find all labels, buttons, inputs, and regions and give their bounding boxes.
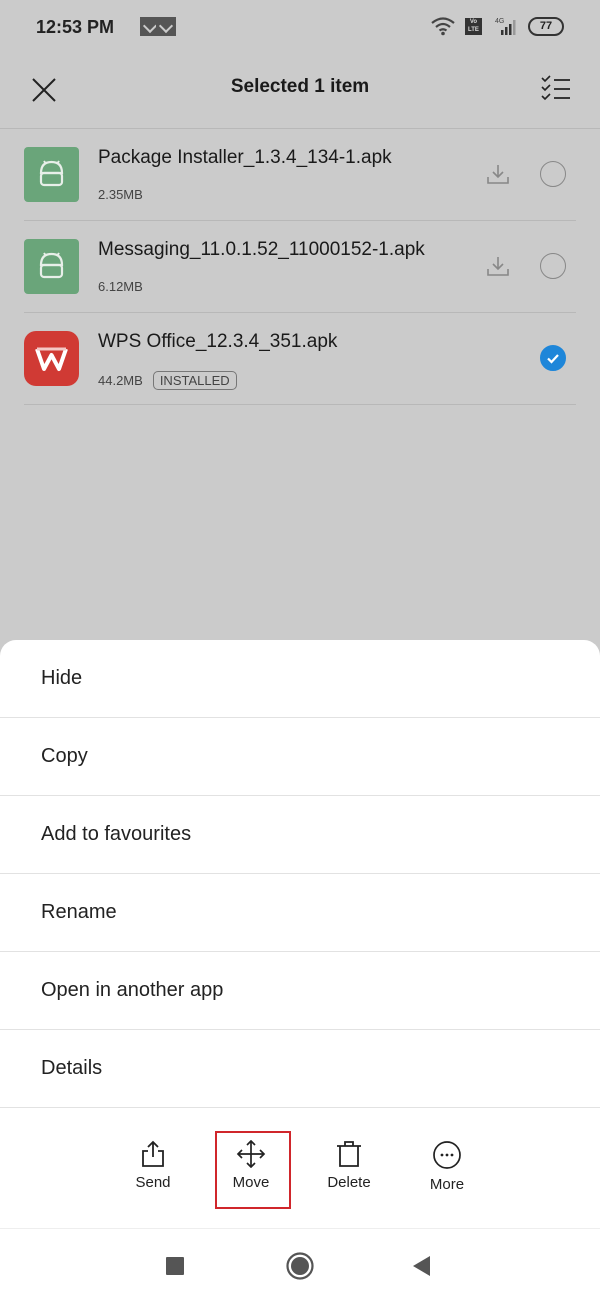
signal-icon: 4G	[495, 18, 516, 35]
trash-icon	[337, 1141, 361, 1167]
file-size: 2.35MB	[98, 187, 143, 202]
file-name: WPS Office_12.3.4_351.apk	[98, 331, 338, 352]
file-list-item[interactable]: Messaging_11.0.1.52_11000152-1.apk 6.12M…	[24, 221, 576, 313]
install-download-icon[interactable]	[486, 255, 510, 277]
select-checkbox[interactable]	[540, 161, 566, 187]
battery-icon: 77	[528, 16, 564, 36]
volte-icon: Vo LTE	[465, 17, 482, 35]
select-all-icon[interactable]	[540, 74, 572, 104]
action-bottom-sheet: Hide Copy Add to favourites Rename Open …	[0, 640, 600, 1300]
checkmark-icon	[546, 353, 559, 364]
delete-label: Delete	[327, 1174, 371, 1191]
more-icon	[433, 1141, 461, 1169]
move-highlight-box	[215, 1131, 291, 1209]
back-icon[interactable]	[413, 1256, 431, 1276]
select-checkbox[interactable]	[540, 253, 566, 279]
status-bar: 12:53 PM Vo LTE 4G 77	[0, 0, 600, 56]
send-label: Send	[135, 1174, 171, 1191]
menu-item-copy[interactable]: Copy	[0, 718, 600, 796]
status-time: 12:53 PM	[36, 17, 115, 37]
wifi-icon	[431, 17, 455, 36]
svg-text:4G: 4G	[495, 18, 504, 25]
menu-item-open-in-another-app[interactable]: Open in another app	[0, 952, 600, 1030]
file-list-item[interactable]: WPS Office_12.3.4_351.apk 44.2MB INSTALL…	[24, 313, 576, 405]
share-icon	[142, 1140, 164, 1167]
system-navigation-bar	[0, 1230, 600, 1300]
file-name: Package Installer_1.3.4_134-1.apk	[98, 147, 392, 168]
more-button[interactable]: More	[407, 1118, 487, 1193]
menu-item-add-to-favourites[interactable]: Add to favourites	[0, 796, 600, 874]
menu-item-hide[interactable]: Hide	[0, 640, 600, 718]
delete-button[interactable]: Delete	[309, 1118, 389, 1191]
menu-item-rename[interactable]: Rename	[0, 874, 600, 952]
page-title: Selected 1 item	[230, 76, 370, 97]
menu-item-details[interactable]: Details	[0, 1030, 600, 1108]
wps-office-icon	[24, 331, 79, 386]
android-apk-icon	[24, 147, 79, 202]
recents-icon[interactable]	[166, 1257, 184, 1275]
select-checkbox-checked[interactable]	[540, 345, 566, 371]
home-icon[interactable]	[286, 1252, 314, 1280]
file-size: 6.12MB	[98, 279, 143, 294]
app-notification-icon	[156, 17, 176, 36]
file-size: 44.2MB	[98, 373, 143, 388]
action-toolbar: Send Move Delete More	[0, 1118, 600, 1229]
file-list-item[interactable]: Package Installer_1.3.4_134-1.apk 2.35MB	[24, 129, 576, 221]
installed-badge: INSTALLED	[152, 371, 237, 390]
context-menu: Hide Copy Add to favourites Rename Open …	[0, 640, 600, 1108]
more-label: More	[429, 1176, 465, 1193]
file-name: Messaging_11.0.1.52_11000152-1.apk	[98, 239, 425, 260]
send-button[interactable]: Send	[113, 1118, 193, 1191]
install-download-icon[interactable]	[486, 163, 510, 185]
app-bar: Selected 1 item	[0, 56, 600, 129]
android-apk-icon	[24, 239, 79, 294]
